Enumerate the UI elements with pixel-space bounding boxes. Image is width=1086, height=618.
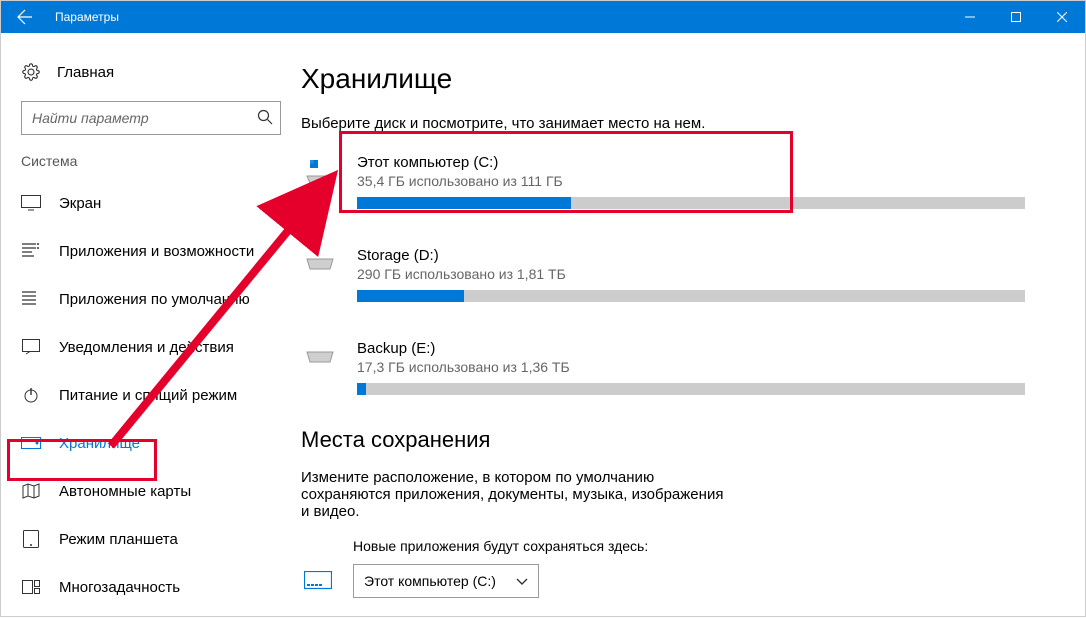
minimize-icon xyxy=(965,12,975,22)
drive-d[interactable]: Storage (D:) 290 ГБ использовано из 1,81… xyxy=(301,241,1029,308)
titlebar: Параметры xyxy=(1,1,1085,33)
save-apps-label: Новые приложения будут сохраняться здесь… xyxy=(301,538,1029,554)
drive-c[interactable]: Этот компьютер (C:) 35,4 ГБ использовано… xyxy=(301,148,1029,215)
multitask-icon xyxy=(21,580,41,594)
search-icon xyxy=(257,109,273,130)
default-apps-icon xyxy=(21,290,41,308)
arrow-left-icon xyxy=(17,9,33,25)
sidebar-item-power[interactable]: Питание и спящий режим xyxy=(1,371,301,419)
sidebar-item-label: Приложения по умолчанию xyxy=(59,291,250,308)
sidebar: Главная Система Экран Приложения и возмо… xyxy=(1,33,301,616)
drive-icon xyxy=(305,340,339,395)
drive-bar xyxy=(357,290,1025,302)
back-button[interactable] xyxy=(1,1,49,33)
maximize-button[interactable] xyxy=(993,1,1039,33)
maps-icon xyxy=(21,483,41,499)
sidebar-item-label: Автономные карты xyxy=(59,483,191,500)
main-pane: Хранилище Выберите диск и посмотрите, чт… xyxy=(301,33,1085,616)
drive-e[interactable]: Backup (E:) 17,3 ГБ использовано из 1,36… xyxy=(301,334,1029,401)
sidebar-item-label: Экран xyxy=(59,195,101,212)
page-title: Хранилище xyxy=(301,63,1029,95)
drive-windows-icon xyxy=(305,154,339,209)
search-input[interactable] xyxy=(21,101,281,135)
gear-icon xyxy=(21,63,41,81)
sidebar-item-label: Режим планшета xyxy=(59,531,178,548)
storage-icon xyxy=(21,437,41,449)
sidebar-item-tablet[interactable]: Режим планшета xyxy=(1,515,301,563)
drive-icon xyxy=(305,247,339,302)
drive-name: Backup (E:) xyxy=(357,340,1025,357)
sidebar-item-label: Уведомления и действия xyxy=(59,339,234,356)
sidebar-item-default-apps[interactable]: Приложения по умолчанию xyxy=(1,275,301,323)
save-apps-select[interactable]: Этот компьютер (C:) xyxy=(353,564,539,598)
window-title: Параметры xyxy=(49,10,119,24)
sidebar-group-label: Система xyxy=(1,153,301,179)
sidebar-item-display[interactable]: Экран xyxy=(1,179,301,227)
drive-name: Storage (D:) xyxy=(357,247,1025,264)
drive-usage: 290 ГБ использовано из 1,81 ТБ xyxy=(357,266,1025,282)
sidebar-item-label: Многозадачность xyxy=(59,579,180,596)
apps-icon xyxy=(21,242,41,260)
sidebar-item-label: Питание и спящий режим xyxy=(59,387,237,404)
sidebar-item-notifications[interactable]: Уведомления и действия xyxy=(1,323,301,371)
minimize-button[interactable] xyxy=(947,1,993,33)
drive-usage: 35,4 ГБ использовано из 111 ГБ xyxy=(357,173,1025,189)
chevron-down-icon xyxy=(516,573,528,589)
sidebar-item-storage[interactable]: Хранилище xyxy=(1,419,301,467)
tablet-icon xyxy=(21,530,41,548)
drive-bar xyxy=(357,383,1025,395)
drive-name: Этот компьютер (C:) xyxy=(357,154,1025,171)
drive-usage: 17,3 ГБ использовано из 1,36 ТБ xyxy=(357,359,1025,375)
page-subtitle: Выберите диск и посмотрите, что занимает… xyxy=(301,115,1029,132)
drive-bar xyxy=(357,197,1025,209)
display-icon xyxy=(21,195,41,211)
notifications-icon xyxy=(21,339,41,355)
close-icon xyxy=(1057,12,1067,22)
sidebar-item-apps[interactable]: Приложения и возможности xyxy=(1,227,301,275)
close-button[interactable] xyxy=(1039,1,1085,33)
apps-location-icon xyxy=(301,571,335,591)
power-icon xyxy=(21,387,41,403)
home-label: Главная xyxy=(57,64,114,81)
select-value: Этот компьютер (C:) xyxy=(364,573,496,589)
maximize-icon xyxy=(1011,12,1021,22)
save-locations-desc: Измените расположение, в котором по умол… xyxy=(301,469,731,520)
sidebar-item-multitask[interactable]: Многозадачность xyxy=(1,563,301,611)
home-link[interactable]: Главная xyxy=(1,53,301,91)
save-locations-heading: Места сохранения xyxy=(301,427,1029,453)
sidebar-item-label: Хранилище xyxy=(59,435,140,452)
sidebar-item-label: Приложения и возможности xyxy=(59,243,254,260)
sidebar-item-maps[interactable]: Автономные карты xyxy=(1,467,301,515)
